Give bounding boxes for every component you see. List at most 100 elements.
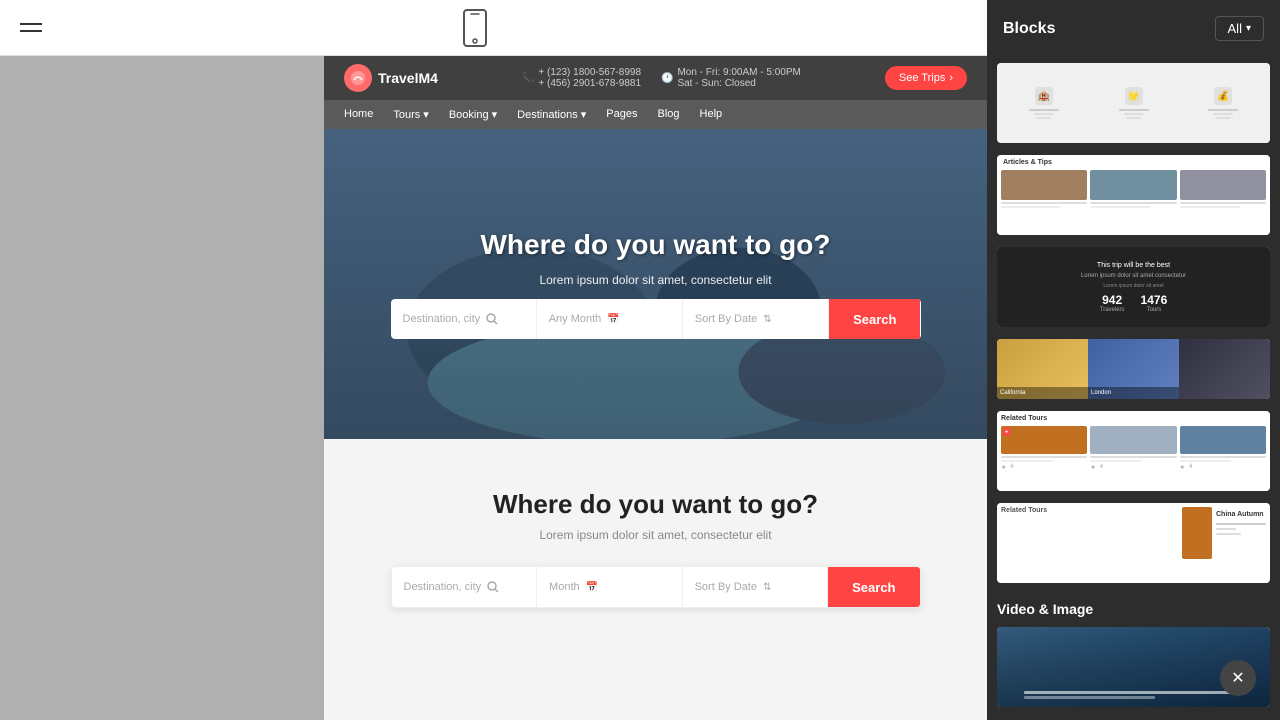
block-card-gallery[interactable]: California London <box>997 339 1270 399</box>
see-trips-button[interactable]: See Trips › <box>885 66 967 90</box>
header-contact: 📞 + (123) 1800-567-8998 + (456) 2901-678… <box>522 67 801 89</box>
section-subtitle: Lorem ipsum dolor sit amet, consectetur … <box>539 528 771 542</box>
nav-destinations[interactable]: Destinations ▾ <box>517 108 586 121</box>
dark-stats-sub2: Lorem ipsum dolor sit amet <box>1103 283 1163 289</box>
section-destination-field[interactable]: Destination, city <box>392 567 538 607</box>
phone1: 📞 + (123) 1800-567-8998 + (456) 2901-678… <box>522 67 641 89</box>
gallery-item-1: California <box>997 339 1088 399</box>
feat-item-3: 💰 <box>1180 87 1266 119</box>
travel-nav: Home Tours ▾ Booking ▾ Destinations ▾ Pa… <box>324 100 987 129</box>
related-tour-img-3 <box>1180 426 1266 454</box>
gallery-item-3 <box>1179 339 1270 399</box>
articles-label: Articles & Tips <box>1001 159 1266 166</box>
all-filter-button[interactable]: All <box>1215 16 1264 41</box>
block-thumb-single-related: Related Tours China Autumn <box>997 503 1270 583</box>
single-line-1 <box>1216 523 1266 525</box>
feat-item-2: 🌟 <box>1091 87 1177 119</box>
related-tour-1: ● ★4 <box>1001 426 1087 471</box>
travel-header: TravelM4 📞 + (123) 1800-567-8998 + (456)… <box>324 56 987 100</box>
tour-meta-2: ★4 <box>1090 464 1176 471</box>
single-line-2 <box>1216 528 1236 530</box>
related-tour-img-1: ● <box>1001 426 1087 454</box>
feat-icon-3: 💰 <box>1214 87 1232 105</box>
nav-help[interactable]: Help <box>700 108 723 121</box>
article-item-1 <box>1001 170 1087 208</box>
travel-logo: TravelM4 <box>344 64 438 92</box>
feat-item-1: 🏨 <box>1001 87 1087 119</box>
article-img-2 <box>1090 170 1176 200</box>
single-related-lines: China Autumn <box>1216 507 1266 579</box>
related-tours-items: ● ★4 ★4 <box>1001 426 1266 471</box>
single-related-title: China Autumn <box>1216 511 1266 518</box>
feat-icon-1: 🏨 <box>1035 87 1053 105</box>
dark-stats-numbers: 942 Travelers 1476 Tours <box>1100 293 1168 313</box>
tour-meta-1: ★4 <box>1001 464 1087 471</box>
block-card-articles[interactable]: Articles & Tips <box>997 155 1270 235</box>
article-item-2 <box>1090 170 1176 208</box>
nav-booking[interactable]: Booking ▾ <box>449 108 497 121</box>
nav-blog[interactable]: Blog <box>658 108 680 121</box>
nav-tours[interactable]: Tours ▾ <box>393 108 428 121</box>
block-thumb-dark-stats: This trip will be the best Lorem ipsum d… <box>997 247 1270 327</box>
block-thumb-related-tours: Related Tours ● ★4 <box>997 411 1270 491</box>
block-card-related-tours[interactable]: Related Tours ● ★4 <box>997 411 1270 491</box>
hamburger-menu[interactable] <box>20 23 42 32</box>
related-tour-2: ★4 <box>1090 426 1176 471</box>
related-tour-3: ★4 <box>1180 426 1266 471</box>
single-related-header: Related Tours <box>1001 507 1178 579</box>
related-tour-img-2 <box>1090 426 1176 454</box>
blocks-header: Blocks All <box>987 0 1280 57</box>
stat-travelers: 942 Travelers <box>1100 293 1125 313</box>
block-card-single-related[interactable]: Related Tours China Autumn <box>997 503 1270 583</box>
video-line-2 <box>1024 696 1155 699</box>
block-card-dark-stats[interactable]: This trip will be the best Lorem ipsum d… <box>997 247 1270 327</box>
hero-search-bar: Destination, city Any Month 📅 Sort By Da… <box>391 299 921 339</box>
tour-badge-1: ● <box>1003 428 1010 436</box>
dark-stats-sub: Lorem ipsum dolor sit amet consectetur <box>1081 273 1186 279</box>
articles-items <box>1001 170 1266 208</box>
website-preview: TravelM4 📞 + (123) 1800-567-8998 + (456)… <box>324 56 987 720</box>
month-field[interactable]: Any Month 📅 <box>537 299 683 339</box>
nav-home[interactable]: Home <box>344 108 373 121</box>
article-item-3 <box>1180 170 1266 208</box>
mobile-preview-button[interactable] <box>463 9 487 47</box>
article-img-3 <box>1180 170 1266 200</box>
single-line-3 <box>1216 533 1241 535</box>
section-month-field[interactable]: Month 📅 <box>537 567 683 607</box>
hero-section: Where do you want to go? Lorem ipsum dol… <box>324 129 987 439</box>
block-thumb-articles: Articles & Tips <box>997 155 1270 235</box>
gallery-label-1: California <box>997 387 1088 399</box>
right-panel: Blocks All 🏨 🌟 💰 <box>987 0 1280 720</box>
nav-pages[interactable]: Pages <box>606 108 637 121</box>
single-related-img <box>1182 507 1212 559</box>
video-line-1 <box>1024 691 1242 694</box>
hero-title: Where do you want to go? <box>481 229 831 261</box>
close-button[interactable]: ✕ <box>1220 660 1256 696</box>
destination-field[interactable]: Destination, city <box>391 299 537 339</box>
white-section: Where do you want to go? Lorem ipsum dol… <box>324 439 987 720</box>
logo-icon <box>344 64 372 92</box>
section-search-bar: Destination, city Month 📅 Sort By Date ⇅… <box>391 566 921 608</box>
block-card-features[interactable]: 🏨 🌟 💰 <box>997 63 1270 143</box>
gallery-item-2: London <box>1088 339 1179 399</box>
section-title: Where do you want to go? <box>493 489 818 520</box>
related-tours-label: Related Tours <box>1001 415 1266 422</box>
section-sort-field[interactable]: Sort By Date ⇅ <box>683 567 829 607</box>
top-bar <box>0 0 987 56</box>
logo-text: TravelM4 <box>378 70 438 86</box>
section-search-button[interactable]: Search <box>828 567 919 607</box>
video-lines <box>1024 691 1242 699</box>
stat-tours: 1476 Tours <box>1141 293 1168 313</box>
hero-subtitle: Lorem ipsum dolor sit amet, consectetur … <box>539 273 771 287</box>
block-thumb-features: 🏨 🌟 💰 <box>997 63 1270 143</box>
dark-stats-title: This trip will be the best <box>1097 262 1170 269</box>
gallery-label-2: London <box>1088 387 1179 399</box>
sort-field[interactable]: Sort By Date ⇅ <box>683 299 829 339</box>
block-thumb-gallery: California London <box>997 339 1270 399</box>
blocks-title: Blocks <box>1003 20 1055 38</box>
video-image-label: Video & Image <box>987 589 1280 621</box>
hero-search-button[interactable]: Search <box>829 299 920 339</box>
feat-icon-2: 🌟 <box>1125 87 1143 105</box>
hours: 🕐 Mon - Fri: 9:00AM - 5:00PM Sat - Sun: … <box>661 67 801 89</box>
tour-meta-3: ★4 <box>1180 464 1266 471</box>
